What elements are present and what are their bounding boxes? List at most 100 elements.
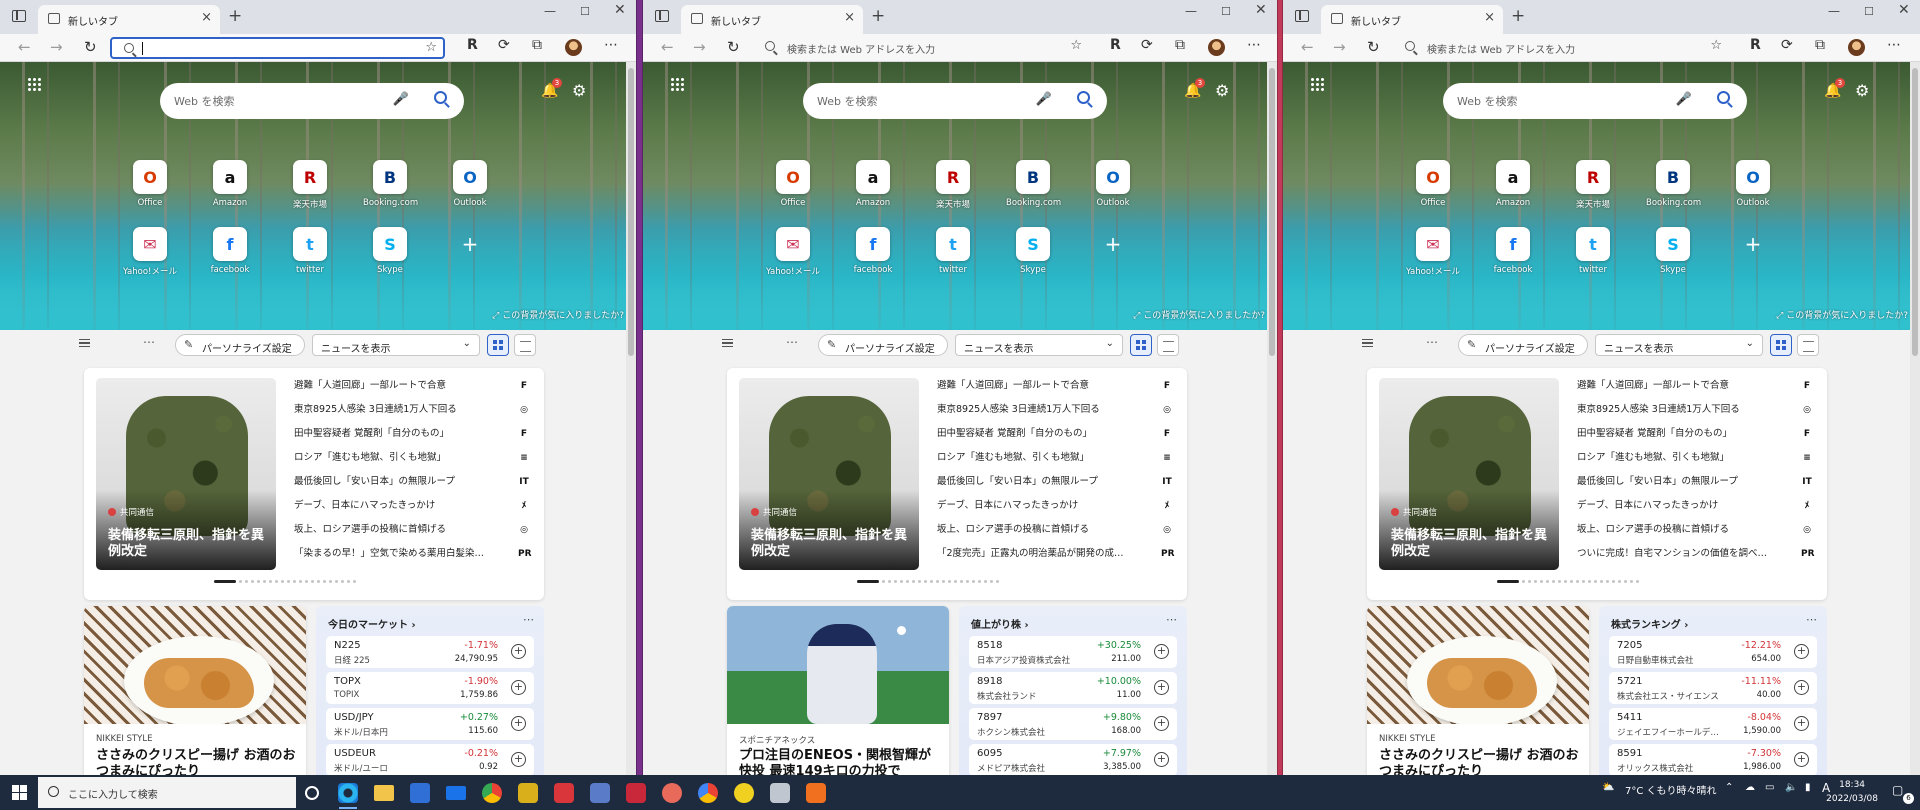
tab-new-tab[interactable]: 新しいタブ × (681, 5, 863, 34)
new-tab-button[interactable]: + (228, 6, 242, 26)
app-icon[interactable] (806, 783, 826, 803)
collections-icon[interactable]: ⧉ (1815, 37, 1825, 53)
carousel-dot[interactable] (275, 580, 278, 583)
add-watchlist-button[interactable]: + (511, 680, 526, 695)
tile-rakuten[interactable]: R 楽天市場 (926, 160, 980, 210)
more-icon[interactable]: ⋯ (143, 335, 155, 349)
carousel-dot[interactable] (888, 580, 891, 583)
tile-twitter[interactable]: t twitter (926, 227, 980, 275)
headline-item[interactable]: 避難「人道回廊」一部ルートで合意 F (1577, 374, 1815, 398)
scrollbar[interactable] (626, 62, 636, 775)
tab-new-tab[interactable]: 新しいタブ × (38, 5, 220, 34)
carousel-dot[interactable] (906, 580, 909, 583)
market-row[interactable]: N225 日経 225 -1.71% 24,790.95 + (326, 636, 534, 668)
add-watchlist-button[interactable]: + (1794, 752, 1809, 767)
carousel-dot[interactable] (1528, 580, 1531, 583)
tab-actions-icon[interactable] (1295, 10, 1309, 22)
carousel-dot[interactable] (1606, 580, 1609, 583)
tab-actions-icon[interactable] (655, 10, 669, 22)
tile-amazon[interactable]: a Amazon (203, 160, 257, 208)
carousel-dot[interactable] (1582, 580, 1585, 583)
market-row[interactable]: 7205 日野自動車株式会社 -12.21% 654.00 + (1609, 636, 1817, 668)
refresh-button[interactable]: ↻ (727, 38, 740, 56)
web-search-box[interactable]: Web を検索 🎤 (160, 83, 464, 119)
weather-text[interactable]: 7°C くもり時々晴れ (1625, 782, 1717, 797)
carousel-dot[interactable] (257, 580, 260, 583)
add-watchlist-button[interactable]: + (511, 644, 526, 659)
collections-icon[interactable]: ⧉ (532, 37, 542, 53)
carousel-dot[interactable] (990, 580, 993, 583)
add-watchlist-button[interactable]: + (1794, 716, 1809, 731)
news-visibility-dropdown[interactable]: ニュースを表示 ⌄ (1595, 334, 1763, 356)
tile-twitter[interactable]: t twitter (1566, 227, 1620, 275)
market-row[interactable]: TOPX TOPIX -1.90% 1,759.86 + (326, 672, 534, 704)
search-button-icon[interactable] (1717, 91, 1730, 104)
grid-view-button[interactable] (487, 334, 509, 356)
collections-icon[interactable]: ⧉ (1175, 37, 1185, 53)
favorite-star-icon[interactable]: ☆ (1710, 38, 1722, 53)
carousel-dot[interactable] (900, 580, 903, 583)
app-launcher-icon[interactable] (27, 77, 41, 91)
extension-r-icon[interactable]: R (1750, 37, 1761, 53)
market-row[interactable]: 5411 ジェイエフイーホールデ… -8.04% 1,590.00 + (1609, 708, 1817, 740)
add-watchlist-button[interactable]: + (1154, 680, 1169, 695)
market-row[interactable]: USDEUR 米ドル/ユーロ -0.21% 0.92 + (326, 744, 534, 775)
headline-item[interactable]: 避難「人道回廊」一部ルートで合意 F (294, 374, 532, 398)
clock[interactable]: 18:34 2022/03/08 (1826, 778, 1878, 806)
store-icon[interactable] (410, 783, 430, 803)
carousel-dot[interactable] (317, 580, 320, 583)
market-row[interactable]: USD/JPY 米ドル/日本円 +0.27% 115.60 + (326, 708, 534, 740)
top-story-image[interactable]: 共同通信 装備移転三原則、指針を異例改定 (96, 378, 276, 570)
market-row[interactable]: 8518 日本アジア投資株式会社 +30.25% 211.00 + (969, 636, 1177, 668)
carousel-dot[interactable] (323, 580, 326, 583)
close-window-button[interactable]: ✕ (614, 2, 626, 18)
favorite-star-icon[interactable]: ☆ (1070, 38, 1082, 53)
carousel-dot[interactable] (918, 580, 921, 583)
speaker-icon[interactable]: 🔈 (1785, 782, 1797, 793)
carousel-dot[interactable] (1564, 580, 1567, 583)
news-visibility-dropdown[interactable]: ニュースを表示 ⌄ (955, 334, 1123, 356)
search-button-icon[interactable] (434, 91, 447, 104)
web-search-box[interactable]: Web を検索 🎤 (803, 83, 1107, 119)
weather-icon[interactable]: ⛅ (1602, 782, 1614, 793)
tile-rakuten[interactable]: R 楽天市場 (1566, 160, 1620, 210)
network-icon[interactable]: ▭ (1765, 782, 1774, 793)
maximize-button[interactable]: ☐ (580, 5, 590, 18)
tile-outlook[interactable]: O Outlook (1086, 160, 1140, 208)
headline-item[interactable]: ロシア「進むも地獄、引くも地獄」 ≡ (294, 446, 532, 470)
tile-facebook[interactable]: f facebook (203, 227, 257, 275)
carousel-dot[interactable] (1636, 580, 1639, 583)
add-tile-button[interactable]: + (1086, 227, 1140, 261)
headline-item[interactable]: 坂上、ロシア選手の投稿に首傾げる ◎ (1577, 518, 1815, 542)
extension-r-icon[interactable]: R (1110, 37, 1121, 53)
carousel-dot[interactable] (1588, 580, 1591, 583)
carousel-dot[interactable] (930, 580, 933, 583)
tile-skype[interactable]: S Skype (1006, 227, 1060, 275)
market-row[interactable]: 7897 ホクシン株式会社 +9.80% 168.00 + (969, 708, 1177, 740)
favorite-star-icon[interactable]: ☆ (425, 40, 437, 55)
minimize-button[interactable]: — (1828, 4, 1840, 18)
carousel-dot[interactable] (1594, 580, 1597, 583)
headline-item[interactable]: ロシア「進むも地獄、引くも地獄」 ≡ (1577, 446, 1815, 470)
carousel-dot[interactable] (1497, 580, 1519, 583)
headline-item[interactable]: 坂上、ロシア選手の投稿に首傾げる ◎ (294, 518, 532, 542)
headline-item[interactable]: ロシア「進むも地獄、引くも地獄」 ≡ (937, 446, 1175, 470)
headline-item[interactable]: 田中聖容疑者 覚醒剤「自分のもの」 F (937, 422, 1175, 446)
carousel-dot[interactable] (912, 580, 915, 583)
maximize-button[interactable]: ☐ (1864, 5, 1874, 18)
add-watchlist-button[interactable]: + (511, 716, 526, 731)
extension-icon[interactable]: ⟳ (498, 37, 510, 53)
carousel-dot[interactable] (954, 580, 957, 583)
tile-skype[interactable]: S Skype (1646, 227, 1700, 275)
app-launcher-icon[interactable] (670, 77, 684, 91)
tile-booking[interactable]: B Booking.com (1006, 160, 1061, 208)
market-row[interactable]: 6095 メドピア株式会社 +7.97% 3,385.00 + (969, 744, 1177, 775)
tile-outlook[interactable]: O Outlook (1726, 160, 1780, 208)
carousel-dot[interactable] (1558, 580, 1561, 583)
app-icon[interactable] (662, 783, 682, 803)
forward-button[interactable]: → (50, 38, 63, 56)
app-icon[interactable] (770, 783, 790, 803)
carousel-dot[interactable] (942, 580, 945, 583)
card-more-icon[interactable]: ⋯ (1806, 613, 1817, 626)
carousel-dot[interactable] (299, 580, 302, 583)
